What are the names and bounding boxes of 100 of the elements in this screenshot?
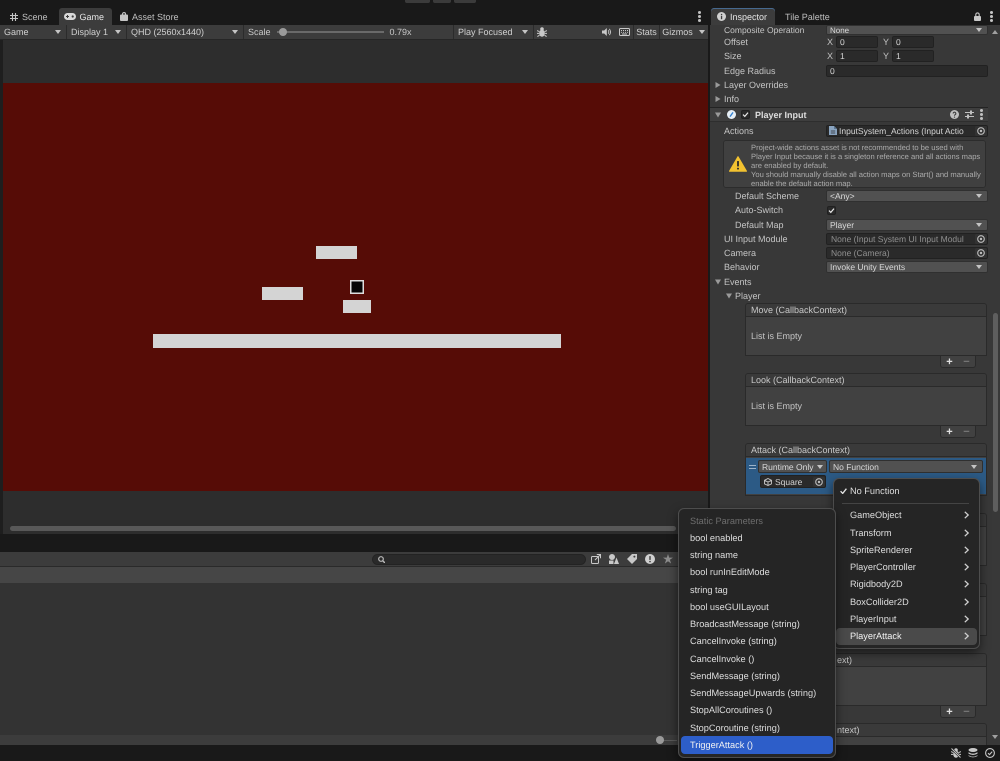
dropdown[interactable]: None <box>826 25 988 35</box>
foldout-label[interactable]: Player <box>735 291 761 301</box>
menu-item[interactable]: PlayerController <box>836 558 977 576</box>
menu-item[interactable]: PlayerAttack <box>836 628 977 645</box>
input-field[interactable]: 0 <box>826 64 988 77</box>
checkbox[interactable] <box>827 206 836 215</box>
menu-item[interactable]: Transform <box>836 524 977 542</box>
foldout-arrow-icon[interactable] <box>715 96 721 102</box>
caret-icon <box>976 265 982 270</box>
menu-item[interactable]: PlayerInput <box>836 610 977 628</box>
target-icon[interactable] <box>813 476 825 487</box>
checkbox[interactable] <box>741 110 750 120</box>
menu-item[interactable]: SendMessage (string) <box>681 667 833 684</box>
speaker-icon[interactable] <box>602 28 610 36</box>
dropdown[interactable]: Invoke Unity Events <box>826 261 988 274</box>
tab[interactable]: Inspector <box>711 8 776 25</box>
menu-item[interactable]: CancelInvoke () <box>681 650 833 668</box>
menu-item[interactable]: bool runInEditMode <box>681 564 833 581</box>
play-mode-dropdown[interactable]: Play Focused <box>454 25 534 39</box>
input-field[interactable]: 0 <box>836 36 878 48</box>
resolution-dropdown[interactable]: QHD (2560x1440) <box>127 25 244 39</box>
gizmos-button[interactable]: Gizmos <box>659 25 695 39</box>
zoom-slider[interactable] <box>656 736 677 744</box>
target-icon[interactable] <box>975 248 987 258</box>
target-icon[interactable] <box>975 126 987 136</box>
menu-item[interactable]: GameObject <box>836 506 977 524</box>
input-field[interactable]: 1 <box>836 50 878 62</box>
more-options-icon[interactable] <box>990 11 993 22</box>
object-field[interactable]: Square <box>760 475 826 488</box>
slider-thumb[interactable] <box>279 28 288 36</box>
foldout-label[interactable]: Layer Overrides <box>724 80 788 90</box>
dropdown[interactable]: <Any> <box>826 190 988 202</box>
alert-icon[interactable] <box>645 554 655 564</box>
dropdown[interactable]: Player <box>826 218 988 231</box>
display-dropdown[interactable]: Display 1 <box>67 25 127 39</box>
scrollbar-thumb[interactable] <box>992 313 998 512</box>
input-field[interactable]: 0 <box>892 36 934 48</box>
check-circle-icon[interactable] <box>985 748 995 758</box>
menu-item[interactable]: SendMessageUpwards (string) <box>681 684 833 702</box>
add-button[interactable]: + <box>946 426 953 437</box>
object-field[interactable]: None (Input System UI Input Modul <box>826 232 988 245</box>
caret-icon <box>816 464 822 469</box>
horizontal-scrollbar[interactable] <box>10 526 676 531</box>
grid-icon <box>10 12 18 20</box>
component-header[interactable]: Player Input <box>710 107 988 122</box>
slider-thumb[interactable] <box>656 736 664 744</box>
foldout-arrow-icon[interactable] <box>715 112 721 118</box>
shapes-icon[interactable] <box>609 554 619 564</box>
menu-item[interactable]: StopCoroutine (string) <box>681 719 833 736</box>
menu-item[interactable]: BoxCollider2D <box>836 593 977 610</box>
field-label: Camera <box>723 248 758 258</box>
target-icon[interactable] <box>975 234 987 244</box>
keyboard-icon[interactable] <box>618 28 630 36</box>
foldout-arrow-icon[interactable] <box>726 293 732 299</box>
menu-item[interactable]: string name <box>681 546 833 564</box>
menu-item[interactable]: Rigidbody2D <box>836 576 977 593</box>
star-icon[interactable] <box>663 554 673 564</box>
sliders-icon[interactable] <box>965 110 974 120</box>
scale-slider[interactable] <box>276 28 384 36</box>
stats-button[interactable]: Stats <box>633 25 659 39</box>
menu-item[interactable]: StopAllCoroutines () <box>681 702 833 719</box>
scroll-down-icon[interactable] <box>992 735 998 739</box>
bug-off-icon[interactable] <box>951 748 961 758</box>
tab[interactable]: Game <box>58 8 112 25</box>
tag-icon[interactable] <box>627 554 637 564</box>
object-field[interactable]: InputSystem_Actions (Input Actio <box>826 124 988 137</box>
add-button[interactable]: + <box>946 356 953 367</box>
help-icon[interactable] <box>950 110 959 120</box>
tab[interactable]: Asset Store <box>115 8 187 25</box>
object-field[interactable]: None (Camera) <box>826 247 988 260</box>
caret-icon[interactable] <box>698 30 704 34</box>
menu-item[interactable]: bool enabled <box>681 529 833 546</box>
menu-item[interactable]: string tag <box>681 581 833 598</box>
add-button[interactable]: + <box>946 706 953 717</box>
bug-icon[interactable] <box>537 27 547 37</box>
scroll-up-icon[interactable] <box>992 30 998 34</box>
search-field[interactable] <box>372 554 586 564</box>
more-options-icon[interactable] <box>980 109 983 120</box>
dropdown[interactable]: No Function <box>829 460 983 474</box>
foldout-arrow-icon[interactable] <box>715 278 721 285</box>
drag-handle-icon[interactable] <box>749 464 756 469</box>
foldout-arrow-icon[interactable] <box>715 82 721 88</box>
menu-section-header: Static Parameters <box>690 516 764 526</box>
tab[interactable]: Scene <box>5 8 56 25</box>
menu-item[interactable]: CancelInvoke (string) <box>681 632 833 650</box>
input-field[interactable]: 1 <box>892 50 934 62</box>
axis-label: X <box>826 51 834 62</box>
menu-item[interactable]: bool useGUILayout <box>681 598 833 616</box>
file-icon <box>829 126 837 136</box>
database-icon[interactable] <box>968 748 978 758</box>
dropdown[interactable]: Runtime Only <box>758 460 827 474</box>
foldout-label[interactable]: Events <box>724 276 752 287</box>
menu-item[interactable]: BroadcastMessage (string) <box>681 616 833 633</box>
menu-item[interactable]: TriggerAttack () <box>681 736 833 754</box>
view-dropdown[interactable]: Game <box>0 25 67 39</box>
more-options-icon[interactable] <box>698 11 701 22</box>
menu-item[interactable]: SpriteRenderer <box>836 541 977 558</box>
lock-icon[interactable] <box>974 12 981 21</box>
tab[interactable]: Tile Palette <box>779 8 838 25</box>
foldout-label[interactable]: Info <box>724 94 740 104</box>
